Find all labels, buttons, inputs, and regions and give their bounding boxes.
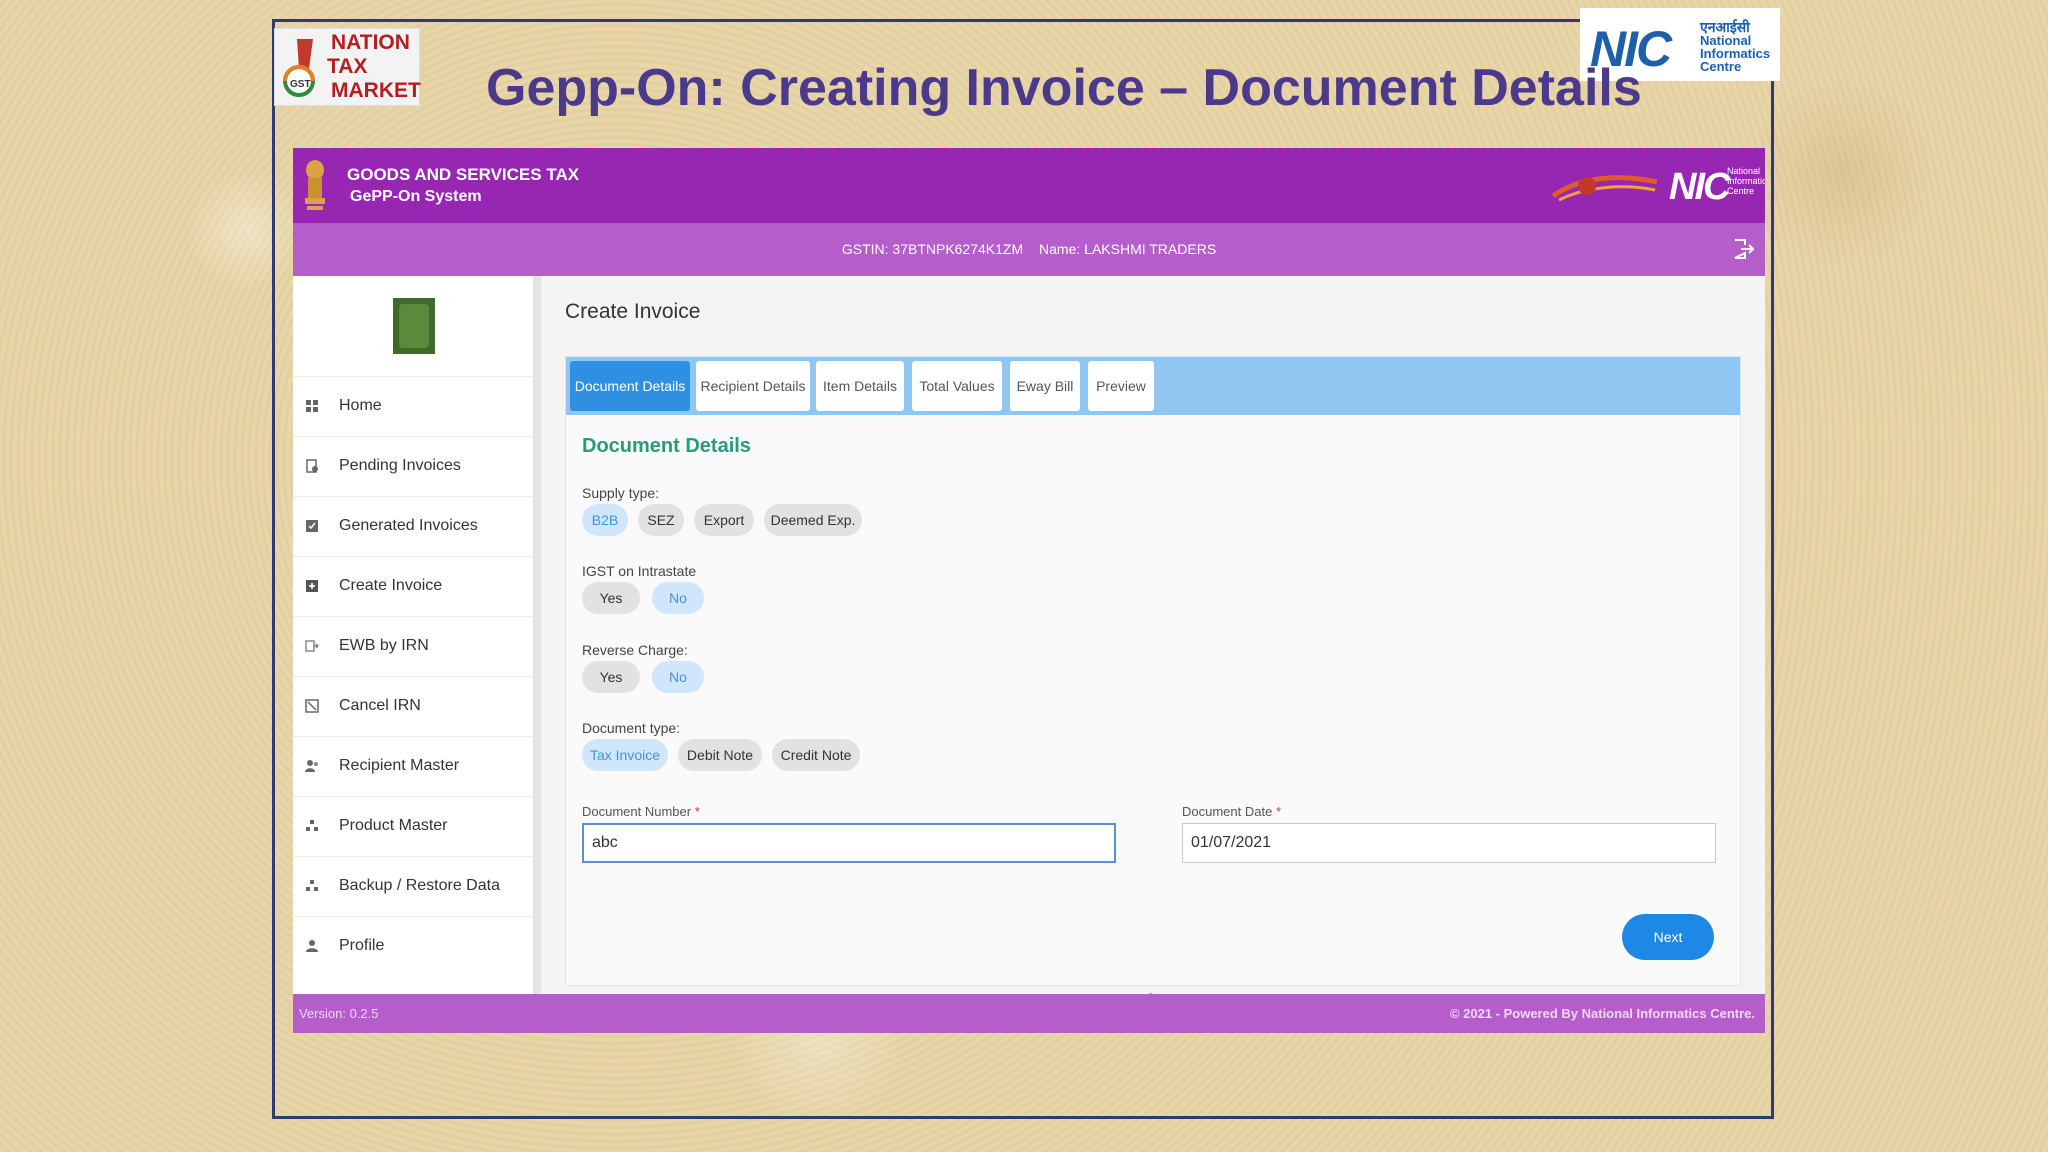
sidebar-item-create-invoice[interactable]: Create Invoice [293,556,533,616]
trader-logo-emblem-icon [399,304,429,348]
igst-yes[interactable]: Yes [582,582,640,614]
nation-tax-market-logo: GST NATION TAX MARKET [274,28,421,106]
section-title: Document Details [582,435,751,457]
document-type-label: Document type: [582,720,681,736]
document-date-input[interactable] [1182,823,1716,863]
sidebar-item-profile[interactable]: Profile [293,916,533,976]
supply-type-export[interactable]: Export [694,504,754,536]
header-nic-logo: NIC [1669,166,1730,208]
slide-title: Gepp-On: Creating Invoice – Document Det… [486,59,1642,117]
app-subtitle: GePP-On System [350,188,482,205]
gepp-on-app-window: GOODS AND SERVICES TAX GePP-On System NI… [293,148,1765,1033]
next-button[interactable]: Next [1622,914,1714,960]
user-info: GSTIN: 37BTNPK6274K1ZM Name: LAKSHMI TRA… [293,241,1765,257]
trader-logo [393,298,435,354]
home-icon [306,400,318,412]
sidebar-item-cancel-irn[interactable]: Cancel IRN [293,676,533,736]
document-date-label: Document Date * [1182,804,1281,819]
swoosh-logo-icon [1551,175,1658,202]
app-header: GOODS AND SERVICES TAX GePP-On System NI… [293,148,1765,223]
backup-icon [306,880,318,891]
generated-icon [306,520,318,532]
sidebar-item-backup-restore[interactable]: Backup / Restore Data [293,856,533,916]
sidebar-item-label: Profile [339,937,385,954]
supply-type-label: Supply type: [582,485,660,501]
sidebar-item-generated-invoices[interactable]: Generated Invoices [293,496,533,556]
tab-preview[interactable]: Preview [1088,361,1154,411]
product-icon [306,820,318,831]
version-text: Version: 0.2.5 [299,1006,379,1021]
logo-line-3: MARKET [331,79,421,102]
invoice-form-card: Document Details Recipient Details Item … [565,356,1741,997]
sidebar-item-recipient-master[interactable]: Recipient Master [293,736,533,796]
header-nic-sub: National Informatics Centre [1727,166,1765,196]
recipient-icon [305,760,318,772]
sidebar-item-ewb-by-irn[interactable]: EWB by IRN [293,616,533,676]
document-type-tax-invoice[interactable]: Tax Invoice [582,739,668,771]
national-emblem-icon [305,160,325,210]
logo-line-2: TAX [327,55,368,78]
sidebar-item-label: Product Master [339,817,448,834]
tab-recipient-details[interactable]: Recipient Details [696,361,810,411]
page-title: Create Invoice [565,300,701,323]
sidebar-item-label: Pending Invoices [339,457,461,474]
sidebar-item-label: Cancel IRN [339,697,421,714]
sidebar-item-label: Create Invoice [339,577,443,594]
main-content: Create Invoice Document Details Recipien… [545,276,1755,997]
supply-type-sez[interactable]: SEZ [638,504,684,536]
document-type-credit-note[interactable]: Credit Note [772,739,860,771]
required-mark: * [694,804,700,819]
sidebar-item-home[interactable]: Home [293,376,533,436]
sidebar-menu: Home Pending Invoices Generated Invoices… [293,376,533,976]
app-title: GOODS AND SERVICES TAX [347,165,580,184]
igst-label: IGST on Intrastate [582,563,697,579]
svg-text:GST: GST [290,79,311,90]
app-footer: Version: 0.2.5 © 2021 - Powered By Natio… [293,994,1765,1033]
profile-icon [306,940,318,952]
sidebar: Home Pending Invoices Generated Invoices… [293,276,541,994]
sidebar-item-product-master[interactable]: Product Master [293,796,533,856]
create-icon [306,580,318,592]
igst-no[interactable]: No [652,582,704,614]
tab-total-values[interactable]: Total Values [912,361,1002,411]
tab-document-details[interactable]: Document Details [570,361,690,411]
document-type-debit-note[interactable]: Debit Note [678,739,762,771]
cancel-icon [305,699,319,713]
sidebar-item-label: EWB by IRN [339,637,429,654]
document-date-label-text: Document Date [1182,804,1273,819]
sidebar-item-label: Backup / Restore Data [339,877,500,894]
header-logos: NIC National Informatics Centre [1551,162,1765,210]
required-mark: * [1275,804,1282,819]
document-number-input[interactable] [582,823,1116,863]
supply-type-deemed-exp[interactable]: Deemed Exp. [764,504,862,536]
logo-line-1: NATION [331,31,410,54]
reverse-charge-yes[interactable]: Yes [582,661,640,693]
sidebar-item-label: Generated Invoices [339,517,478,534]
user-info-bar: GSTIN: 37BTNPK6274K1ZM Name: LAKSHMI TRA… [293,223,1765,276]
sidebar-item-pending-invoices[interactable]: Pending Invoices [293,436,533,496]
tab-item-details[interactable]: Item Details [816,361,904,411]
trader-name-text: Name: LAKSHMI TRADERS [1039,241,1217,257]
reverse-charge-no[interactable]: No [652,661,704,693]
document-number-label: Document Number * [582,804,700,819]
logout-icon[interactable] [1731,237,1755,261]
gst-logo-mark-icon: GST [283,39,315,97]
copyright-text: © 2021 - Powered By National Informatics… [1449,1006,1755,1021]
tab-eway-bill[interactable]: Eway Bill [1010,361,1080,411]
reverse-charge-label: Reverse Charge: [582,642,688,658]
sidebar-item-label: Recipient Master [339,757,460,774]
supply-type-b2b[interactable]: B2B [582,504,628,536]
wizard-tabs: Document Details Recipient Details Item … [566,357,1740,415]
nic-logo-subtitle: National Informatics Centre [1700,33,1771,74]
document-number-label-text: Document Number [582,804,692,819]
sidebar-item-label: Home [339,397,382,414]
pending-icon [306,459,318,473]
gstin-text: GSTIN: 37BTNPK6274K1ZM [841,241,1024,257]
ewb-icon [305,640,319,652]
